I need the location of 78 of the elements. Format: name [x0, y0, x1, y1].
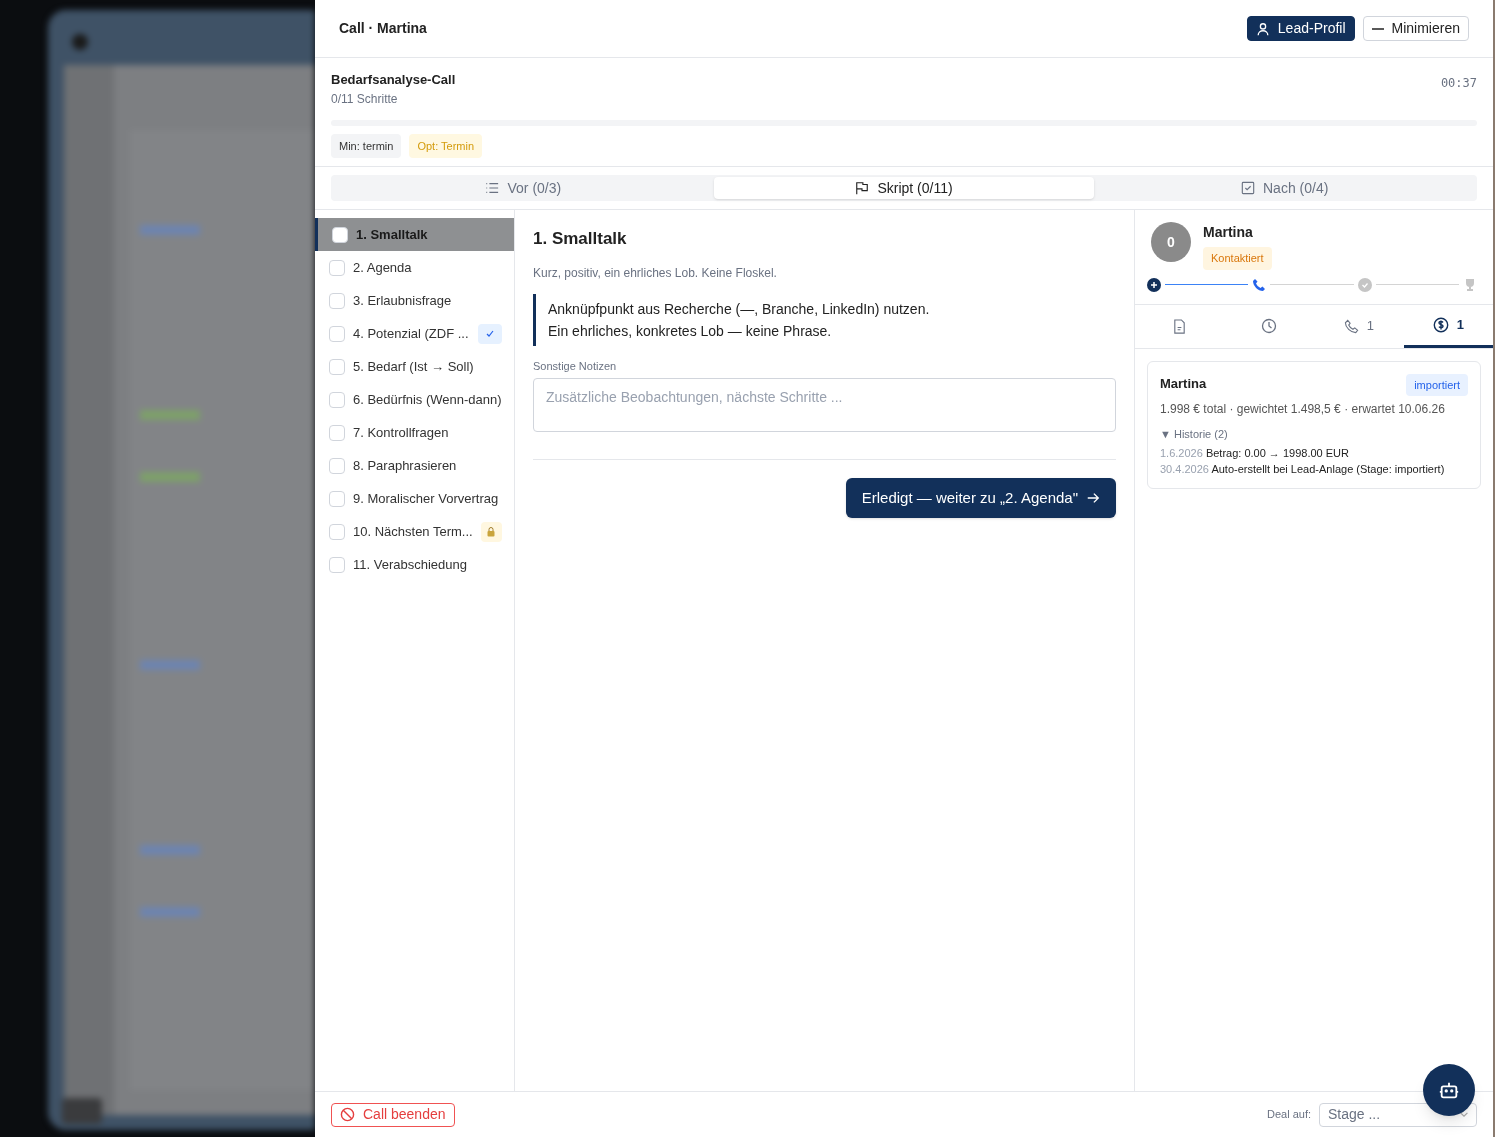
- arrow-right-icon: [1086, 491, 1100, 505]
- checkbox[interactable]: [329, 490, 345, 507]
- notes-field[interactable]: Zusätzliche Beobachtungen, nächste Schritte ...: [533, 378, 1116, 432]
- list-icon: [485, 181, 500, 195]
- history-toggle[interactable]: ▼ Historie (2): [1160, 426, 1468, 443]
- minus-icon: [1371, 27, 1384, 30]
- chevron-down-icon: [1460, 1112, 1468, 1117]
- person-icon: [1255, 21, 1270, 36]
- step-label: 9. Moralischer Vorvertrag: [353, 489, 500, 508]
- step-item[interactable]: 2. Agenda: [315, 251, 514, 284]
- checkbox[interactable]: [329, 325, 345, 342]
- checkbox[interactable]: [329, 292, 345, 309]
- step-label: 6. Bedürfnis (Wenn-dann): [353, 390, 502, 409]
- check-icon: [478, 323, 502, 344]
- step-item[interactable]: 9. Moralischer Vorvertrag: [315, 482, 514, 515]
- checkbox[interactable]: [329, 391, 345, 408]
- clock-icon: [1261, 318, 1278, 334]
- step-item[interactable]: 11. Verabschiedung: [315, 548, 514, 581]
- document-icon: [1172, 318, 1188, 334]
- checkbox-icon: [1241, 181, 1255, 195]
- phone-icon: [1343, 318, 1359, 334]
- tab[interactable]: 1: [1403, 304, 1493, 348]
- checkbox[interactable]: [329, 424, 345, 441]
- history-entry: 30.4.2026 Auto-erstellt bei Lead-Anlage (Stage: importiert): [1160, 462, 1446, 476]
- lead-profile-button[interactable]: Lead-Profil: [1246, 16, 1355, 41]
- ban-icon: [340, 1107, 355, 1122]
- next-step-button[interactable]: Erledigt — weiter zu „2. Agenda": [845, 478, 1116, 518]
- step-item[interactable]: 10. Nächsten Term...: [315, 515, 514, 548]
- tab[interactable]: Skript (0/11): [713, 177, 1095, 199]
- checkbox[interactable]: [329, 358, 345, 375]
- checkbox[interactable]: [329, 457, 345, 474]
- step-item[interactable]: 5. Bedarf (Ist → Soll): [315, 350, 514, 383]
- checkbox[interactable]: [329, 523, 345, 540]
- step-label: 7. Kontrollfragen: [353, 423, 450, 442]
- flag-icon: [855, 181, 870, 195]
- call-title: Call · Martina: [339, 19, 427, 38]
- deal-stage-label: Deal auf:: [1266, 1107, 1311, 1123]
- tab[interactable]: Nach (0/4): [1094, 177, 1475, 199]
- assistant-button[interactable]: [1423, 1064, 1475, 1116]
- step-title: 1. Smalltalk: [533, 228, 628, 250]
- timer: 00:37: [1440, 75, 1477, 92]
- notes-label: Sonstige Notizen: [533, 358, 618, 374]
- stage-badge: importiert: [1406, 373, 1468, 396]
- end-call-button[interactable]: Call beenden: [331, 1102, 455, 1127]
- step-label: 2. Agenda: [353, 258, 413, 277]
- step-item[interactable]: 3. Erlaubnisfrage: [315, 284, 514, 317]
- step-label: 1. Smalltalk: [356, 225, 429, 244]
- tab[interactable]: 1: [1314, 304, 1404, 348]
- tag: Min: termin: [331, 133, 402, 158]
- step-label: 5. Bedarf (Ist → Soll): [353, 357, 475, 376]
- tab[interactable]: Vor (0/3): [333, 177, 714, 199]
- minimize-button[interactable]: Minimieren: [1362, 16, 1469, 41]
- checkbox[interactable]: [332, 226, 348, 243]
- step-label: 8. Paraphrasieren: [353, 456, 458, 475]
- progress-text: 0/11 Schritte: [331, 90, 399, 108]
- step-label: 11. Verabschiedung: [353, 555, 468, 574]
- step-item[interactable]: 1. Smalltalk: [315, 218, 514, 251]
- tag: Opt: Termin: [409, 133, 483, 158]
- step-label: 10. Nächsten Term...: [353, 522, 473, 541]
- deal-name: Martina: [1160, 374, 1207, 393]
- history-entry: 1.6.2026 Betrag: 0.00 → 1998.00 EUR: [1160, 446, 1350, 460]
- script-name: Bedarfsanalyse-Call: [331, 71, 456, 89]
- deal-summary: 1.998 € total · gewichtet 1.498,5 € · erwartet 10.06.26: [1160, 401, 1446, 418]
- script-quote: Anknüpfpunkt aus Recherche (—, Branche, LinkedIn) nutzen. Ein ehrliches, konkretes Lob — keine Phrase.: [533, 293, 1116, 346]
- checkbox[interactable]: [329, 556, 345, 573]
- step-hint: Kurz, positiv, ein ehrliches Lob. Keine Floskel.: [533, 264, 778, 282]
- lead-name: Martina: [1203, 223, 1253, 242]
- avatar: 0: [1151, 222, 1191, 262]
- step-item[interactable]: 7. Kontrollfragen: [315, 416, 514, 449]
- step-item[interactable]: 8. Paraphrasieren: [315, 449, 514, 482]
- lock-icon: [480, 521, 502, 542]
- step-item[interactable]: 6. Bedürfnis (Wenn-dann): [315, 383, 514, 416]
- step-label: 4. Potenzial (ZDF ...: [353, 324, 470, 343]
- step-label: 3. Erlaubnisfrage: [353, 291, 453, 310]
- checkbox[interactable]: [329, 259, 345, 276]
- dollar-icon: [1432, 316, 1449, 333]
- step-item[interactable]: 4. Potenzial (ZDF ...: [315, 317, 514, 350]
- status-badge: Kontaktiert: [1203, 247, 1272, 270]
